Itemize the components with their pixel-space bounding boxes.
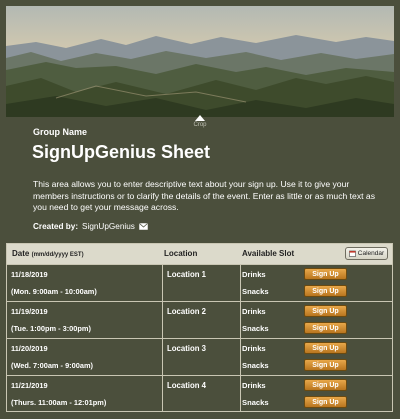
date-header-label: Date xyxy=(12,249,30,258)
slot-label: Snacks xyxy=(242,361,269,370)
slot-label: Snacks xyxy=(242,398,269,407)
slot-label: Drinks xyxy=(242,270,266,279)
column-header-slot: Available Slot xyxy=(242,249,295,258)
slot-label: Snacks xyxy=(242,324,269,333)
calendar-icon xyxy=(348,250,356,257)
row-time: (Tue. 1:00pm - 3:00pm) xyxy=(11,324,91,333)
date-format-label: (mm/dd/yyyy EST) xyxy=(31,252,84,258)
row-location: Location 2 xyxy=(167,307,206,316)
page-title: SignUpGenius Sheet xyxy=(32,142,211,162)
row-date: 11/19/2019 xyxy=(11,307,48,316)
row-date: 11/20/2019 xyxy=(11,344,48,353)
sign-up-button[interactable]: Sign Up xyxy=(304,396,347,408)
slot-label: Snacks xyxy=(242,287,269,296)
slot-label: Drinks xyxy=(242,381,266,390)
sign-up-button[interactable]: Sign Up xyxy=(304,379,347,391)
sign-up-button[interactable]: Sign Up xyxy=(304,305,347,317)
crop-handle[interactable]: Crop xyxy=(188,115,212,128)
sign-up-button[interactable]: Sign Up xyxy=(304,359,347,371)
table-row: 11/21/2019 (Thurs. 11:00am - 12:01pm) Lo… xyxy=(7,375,392,412)
banner-image xyxy=(6,6,394,117)
slot-label: Drinks xyxy=(242,344,266,353)
created-by: Created by: SignUpGenius xyxy=(33,222,148,231)
row-time: (Mon. 9:00am - 10:00am) xyxy=(11,287,97,296)
creator-name[interactable]: SignUpGenius xyxy=(82,222,135,231)
column-header-location: Location xyxy=(164,249,198,258)
signup-table: Date (mm/dd/yyyy EST) Location Available… xyxy=(6,243,393,412)
caret-up-icon xyxy=(195,115,205,121)
row-time: (Wed. 7:00am - 9:00am) xyxy=(11,361,94,370)
row-location: Location 1 xyxy=(167,270,206,279)
calendar-label: Calendar xyxy=(357,250,385,257)
sign-up-button[interactable]: Sign Up xyxy=(304,342,347,354)
row-location: Location 3 xyxy=(167,344,206,353)
envelope-icon[interactable] xyxy=(139,223,148,230)
row-location: Location 4 xyxy=(167,381,206,390)
mountain-landscape-image xyxy=(6,6,394,117)
row-date: 11/21/2019 xyxy=(11,381,48,390)
calendar-button[interactable]: Calendar xyxy=(345,247,388,260)
sign-up-button[interactable]: Sign Up xyxy=(304,322,347,334)
sign-up-button[interactable]: Sign Up xyxy=(304,268,347,280)
table-row: 11/19/2019 (Tue. 1:00pm - 3:00pm) Locati… xyxy=(7,301,392,338)
description-text: This area allows you to enter descriptiv… xyxy=(33,179,375,212)
group-name: Group Name xyxy=(33,127,88,137)
row-date: 11/18/2019 xyxy=(11,270,48,279)
table-header: Date (mm/dd/yyyy EST) Location Available… xyxy=(7,244,392,264)
row-time: (Thurs. 11:00am - 12:01pm) xyxy=(11,398,107,407)
table-row: 11/18/2019 (Mon. 9:00am - 10:00am) Locat… xyxy=(7,264,392,301)
column-header-date: Date (mm/dd/yyyy EST) xyxy=(12,249,84,258)
crop-label: Crop xyxy=(193,122,207,128)
sign-up-button[interactable]: Sign Up xyxy=(304,285,347,297)
slot-label: Drinks xyxy=(242,307,266,316)
table-row: 11/20/2019 (Wed. 7:00am - 9:00am) Locati… xyxy=(7,338,392,375)
created-by-label: Created by: xyxy=(33,222,79,231)
